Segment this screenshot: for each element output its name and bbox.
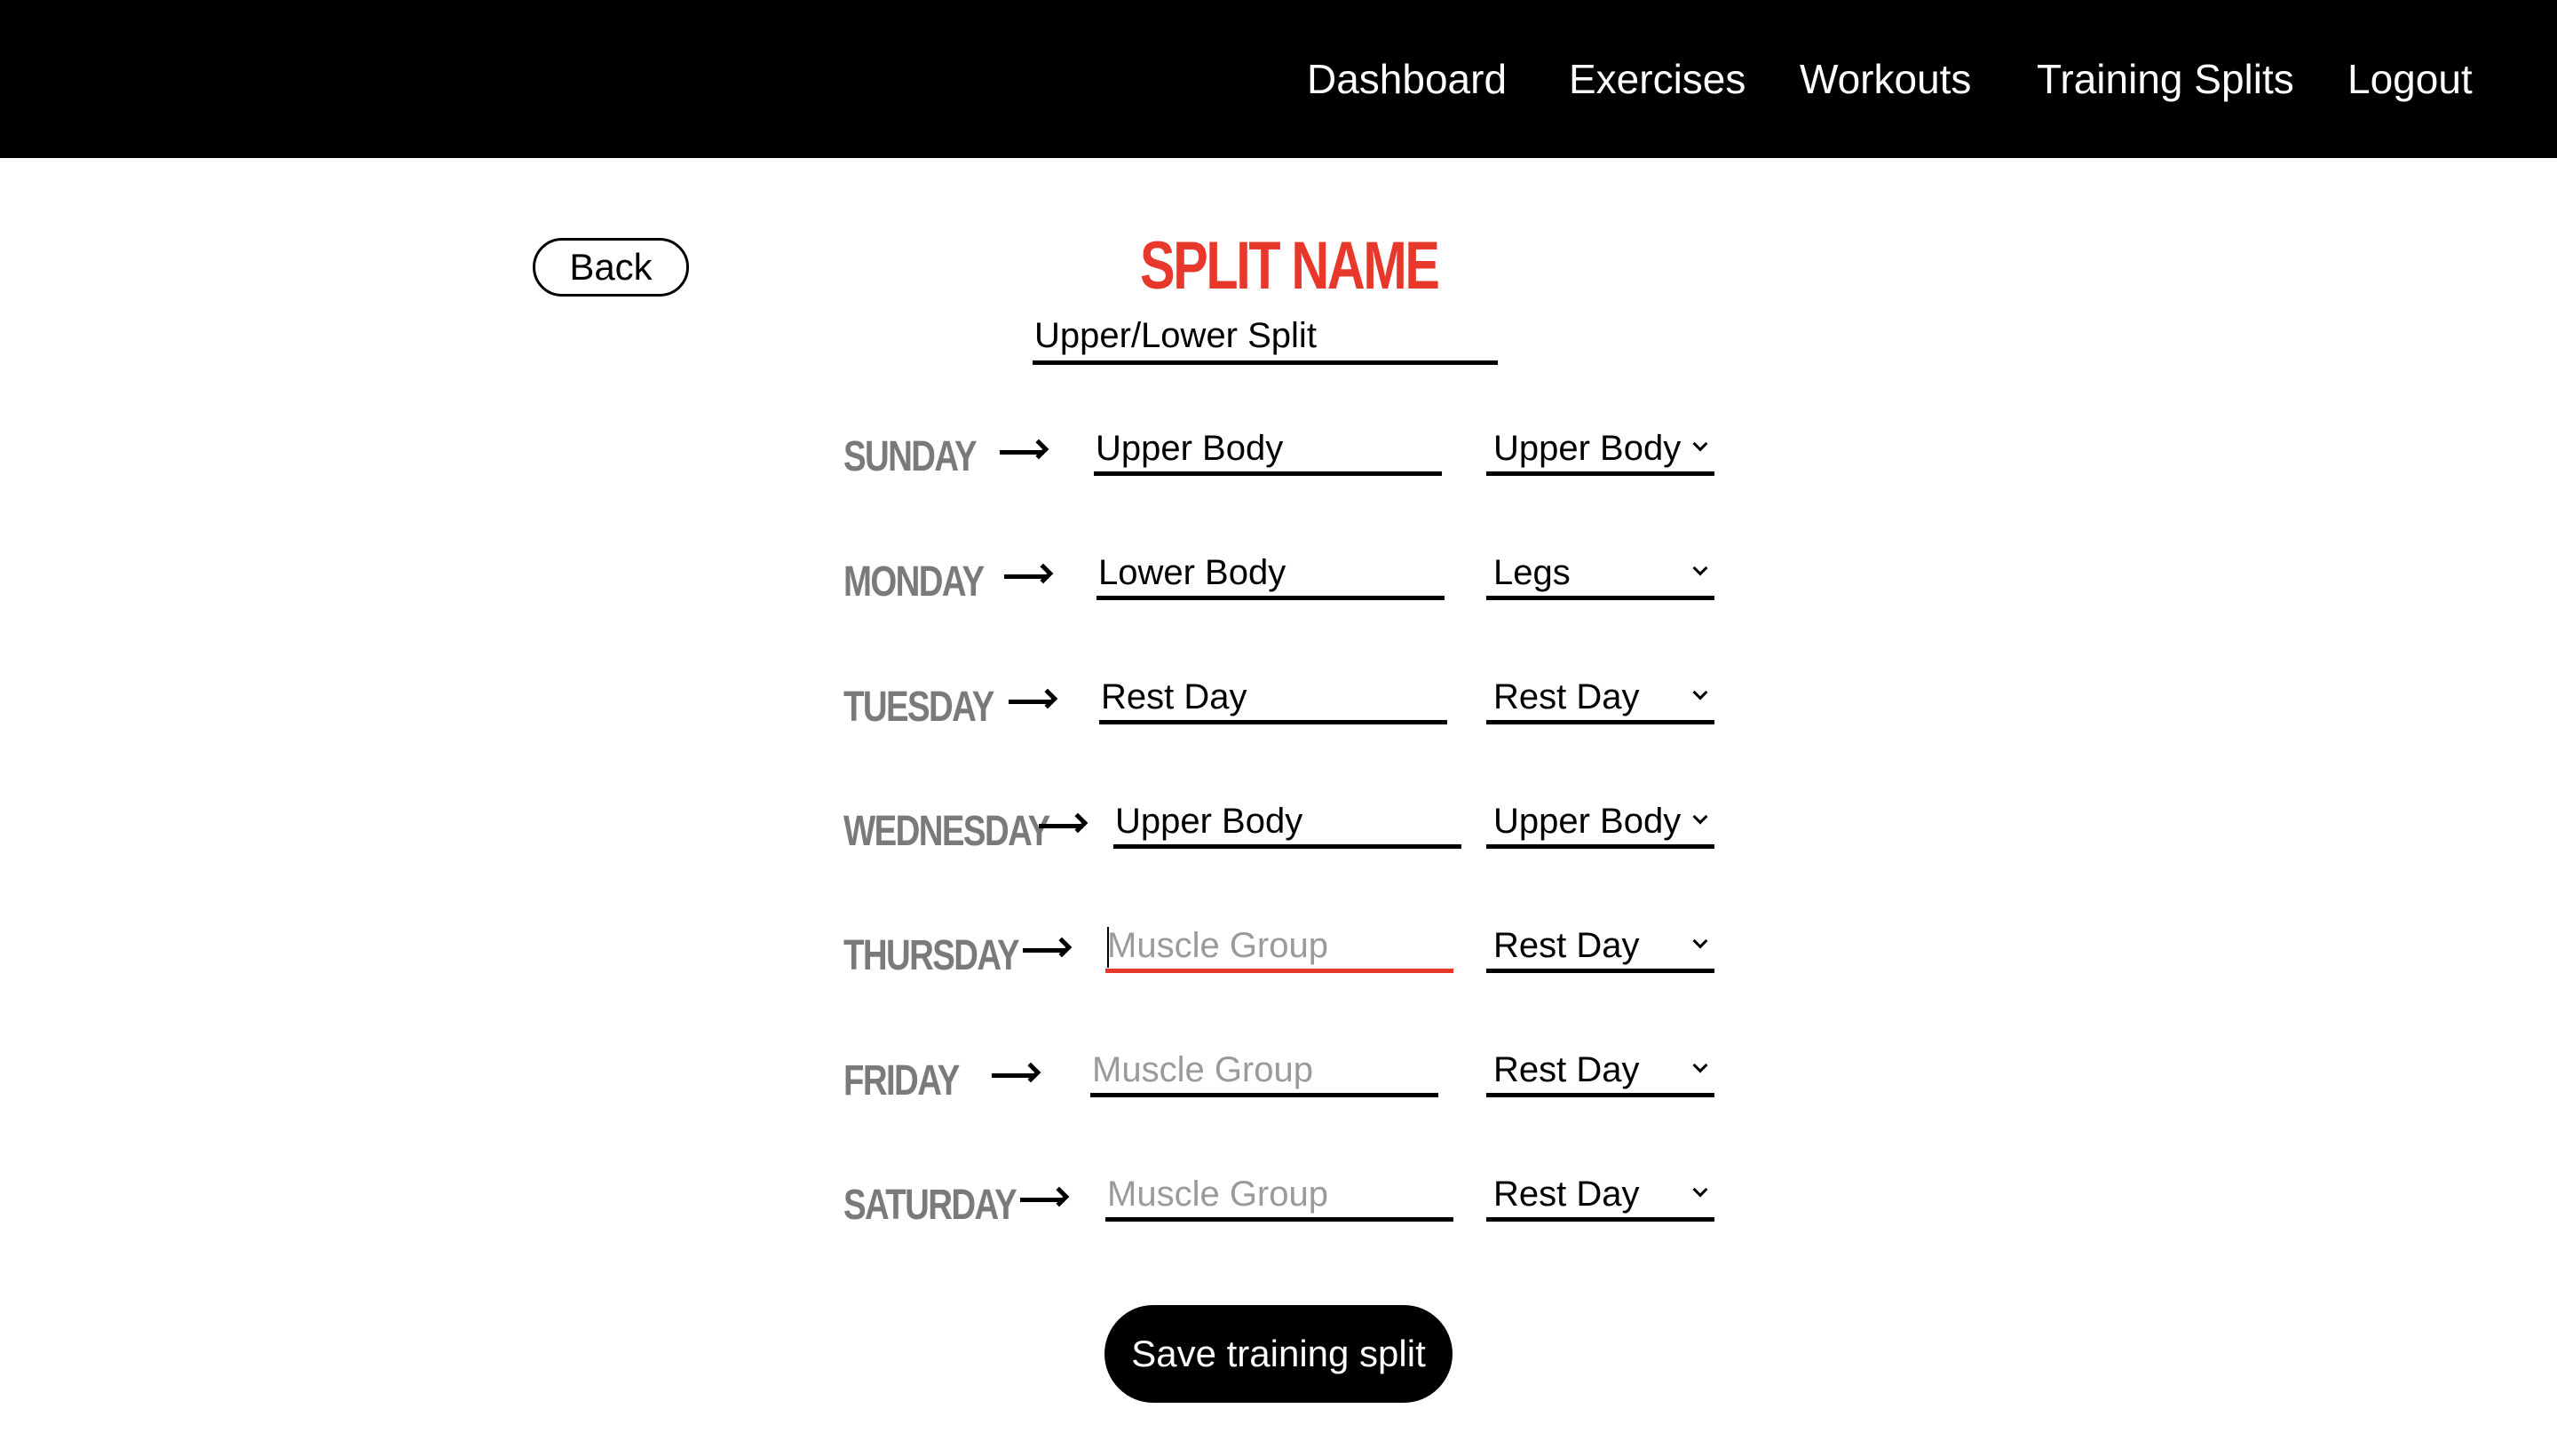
save-training-split-button[interactable]: Save training split [1104,1305,1453,1403]
muscle-group-input-tuesday[interactable] [1099,675,1447,724]
workout-select-sunday[interactable]: Upper Body [1486,426,1714,476]
muscle-group-input-monday[interactable] [1096,550,1445,600]
day-label-saturday: SATURDAY [843,1182,1017,1229]
muscle-group-input-thursday[interactable] [1105,923,1453,973]
chevron-down-icon [1692,684,1708,700]
arrow-right-icon [1023,937,1073,961]
chevron-down-icon [1692,1182,1708,1198]
nav-training-splits-link[interactable]: Training Splits [2037,51,2294,107]
select-value: Upper Body [1493,802,1682,841]
nav-dashboard-link[interactable]: Dashboard [1307,51,1507,107]
text-caret [1107,927,1109,968]
muscle-group-input-wednesday[interactable] [1113,799,1461,849]
arrow-right-icon [1039,812,1089,836]
day-label-sunday: SUNDAY [843,433,978,480]
nav-logout-link[interactable]: Logout [2347,51,2473,107]
select-value: Rest Day [1493,677,1640,716]
select-value: Upper Body [1493,429,1682,468]
arrow-right-icon [992,1062,1041,1086]
day-label-wednesday: WEDNESDAY [843,808,1050,855]
workout-select-tuesday[interactable]: Rest Day [1486,675,1714,724]
select-value: Legs [1493,553,1571,592]
nav-exercises-link[interactable]: Exercises [1569,51,1746,107]
arrow-right-icon [1020,1186,1070,1210]
arrow-right-icon [1000,439,1049,463]
workout-select-saturday[interactable]: Rest Day [1486,1172,1714,1222]
chevron-down-icon [1692,933,1708,949]
day-label-thursday: THURSDAY [843,932,1020,979]
muscle-group-input-friday[interactable] [1090,1048,1438,1097]
page-title: SPLIT NAME [1140,228,1440,304]
arrow-right-icon [1009,688,1058,712]
day-label-tuesday: TUESDAY [843,684,994,731]
arrow-right-icon [1004,563,1054,587]
workout-select-monday[interactable]: Legs [1486,550,1714,600]
split-name-input[interactable] [1033,311,1498,365]
chevron-down-icon [1692,809,1708,825]
nav-workouts-link[interactable]: Workouts [1800,51,1971,107]
select-value: Rest Day [1493,1175,1640,1214]
muscle-group-input-saturday[interactable] [1105,1172,1453,1222]
day-label-friday: FRIDAY [843,1057,960,1104]
chevron-down-icon [1692,560,1708,576]
chevron-down-icon [1692,436,1708,452]
day-label-monday: MONDAY [843,558,985,605]
workout-select-thursday[interactable]: Rest Day [1486,923,1714,973]
back-button[interactable]: Back [533,238,689,297]
muscle-group-input-sunday[interactable] [1094,426,1442,476]
select-value: Rest Day [1493,926,1640,965]
chevron-down-icon [1692,1057,1708,1073]
top-navbar: Dashboard Exercises Workouts Training Sp… [0,0,2557,158]
select-value: Rest Day [1493,1050,1640,1089]
workout-select-wednesday[interactable]: Upper Body [1486,799,1714,849]
workout-select-friday[interactable]: Rest Day [1486,1048,1714,1097]
